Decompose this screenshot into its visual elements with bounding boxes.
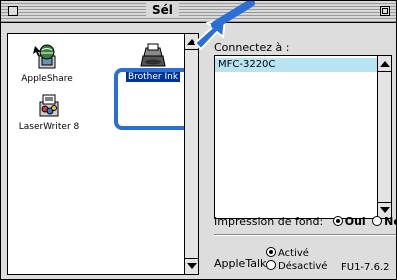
radio-active[interactable] [266, 247, 276, 257]
background-printing-row: Impression de fond: Oui Non [214, 215, 396, 228]
version-label: FU1-7.6.2 [341, 262, 390, 273]
chooser-item-label: AppleShare [21, 74, 73, 84]
zoom-box[interactable] [380, 6, 390, 16]
scroll-up-arrow-icon[interactable] [380, 61, 390, 67]
scroll-separator [378, 71, 391, 72]
appletalk-label: AppleTalk [214, 257, 267, 270]
pointer-arrow-icon [194, 1, 255, 50]
chooser-item-label: LaserWriter 8 [18, 122, 80, 132]
radio-non-label: Non [384, 215, 396, 228]
printer-list: MFC-3220C [214, 55, 392, 219]
printer-icon [137, 42, 169, 70]
connection-panel: Connectez à : MFC-3220C Impression de fo… [214, 41, 396, 279]
close-box[interactable] [8, 6, 18, 16]
radio-oui[interactable] [332, 216, 343, 226]
scroll-separator [378, 202, 391, 203]
appletalk-active-option[interactable]: Activé [266, 247, 309, 259]
device-list-scrollbar[interactable] [184, 34, 198, 274]
radio-active-label: Activé [278, 248, 309, 259]
radio-non[interactable] [372, 216, 383, 226]
divider [214, 234, 396, 236]
radio-inactive[interactable] [266, 260, 276, 270]
scroll-down-arrow-icon[interactable] [187, 263, 197, 269]
appleshare-icon [31, 44, 63, 72]
device-icon-area: AppleShare Brother Ink LaserWriter 8 [8, 34, 192, 274]
scroll-down-arrow-icon[interactable] [380, 207, 390, 213]
scroll-separator [185, 258, 198, 259]
background-printing-label: Impression de fond: [214, 215, 324, 228]
chooser-item-laserwriter[interactable]: LaserWriter 8 [14, 92, 84, 132]
window-title: Sél [146, 3, 179, 17]
laserwriter-icon [33, 92, 65, 120]
printer-list-scrollbar[interactable] [377, 56, 391, 218]
appletalk-inactive-option[interactable]: Désactivé [266, 260, 327, 272]
highlight-ring [114, 68, 192, 130]
chooser-window: Sél AppleShare Brother Ink LaserWriter 8… [0, 0, 397, 280]
radio-oui-label: Oui [344, 215, 366, 228]
chooser-item-appleshare[interactable]: AppleShare [12, 44, 82, 84]
radio-inactive-label: Désactivé [278, 261, 328, 272]
device-list-pane: AppleShare Brother Ink LaserWriter 8 [7, 33, 199, 275]
